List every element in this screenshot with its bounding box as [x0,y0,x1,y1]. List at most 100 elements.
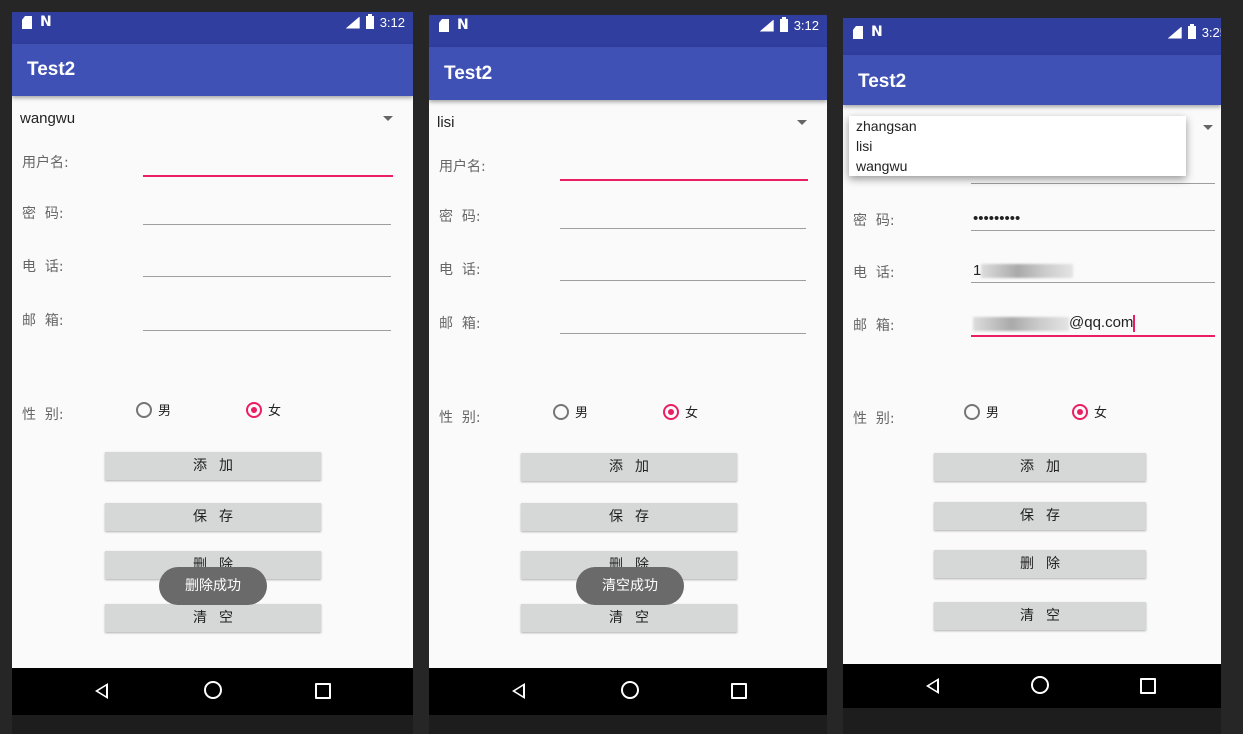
radio-male-label: 男 [575,406,589,421]
nav-bar [429,668,827,715]
toast-message: 删除成功 [159,567,267,605]
app-bar: Test2 [12,44,413,96]
toast-message: 清空成功 [576,567,684,605]
radio-checked-icon [1072,403,1088,420]
sdcard-icon [22,16,32,29]
password-field[interactable] [560,202,806,229]
spinner-value: lisi [437,114,455,131]
radio-unchecked-icon [553,403,569,420]
username-field[interactable] [560,153,808,181]
recents-icon[interactable] [731,683,747,699]
home-icon[interactable] [1031,676,1049,694]
gender-label: 性 别: [439,410,481,426]
radio-unchecked-icon [964,403,980,420]
home-icon[interactable] [621,681,639,699]
status-bar: N LTE 3:25 [843,18,1221,55]
dropdown-option-zhangsan[interactable]: zhangsan [849,116,1186,136]
add-button[interactable]: 添加 [105,452,321,480]
radio-checked-icon [663,403,679,420]
radio-male-label: 男 [158,404,172,419]
clear-button[interactable]: 清空 [934,602,1146,630]
signal-icon: LTE [759,19,774,32]
phone-screen-2: N LTE 3:12 Test2 lisi 用户名: 密 码: 电 话: 邮 箱:… [429,15,827,734]
radio-female-label: 女 [1094,406,1108,421]
add-button[interactable]: 添加 [934,453,1146,481]
email-label: 邮 箱: [22,313,64,329]
phone-label: 电 话: [853,265,895,281]
delete-button[interactable]: 删除 [934,550,1146,578]
radio-female[interactable]: 女 [246,400,281,419]
phone-field[interactable] [560,254,806,281]
email-label: 邮 箱: [439,316,481,332]
save-button[interactable]: 保存 [105,503,321,531]
app-title: Test2 [27,59,76,80]
radio-male[interactable]: 男 [136,400,171,419]
back-icon[interactable] [926,678,939,694]
phone-value-prefix: 1 [973,262,982,279]
status-time: 3:25 [1201,25,1221,40]
home-icon[interactable] [204,681,222,699]
nav-bar [12,668,413,715]
app-title: Test2 [858,71,907,92]
password-label: 密 码: [853,213,895,229]
screen-1: N LTE 3:12 Test2 wangwu 用户名: 密 码: 电 话: 邮 … [12,12,413,668]
email-field[interactable]: @qq.com [971,309,1215,337]
text-cursor [1133,315,1136,332]
password-label: 密 码: [22,206,64,222]
status-time: 3:12 [379,15,405,30]
password-label: 密 码: [439,209,481,225]
n-notification-icon: N [40,14,52,30]
username-field[interactable] [143,149,393,177]
username-label: 用户名: [439,159,486,175]
save-button[interactable]: 保存 [521,503,737,531]
sdcard-icon [853,26,863,39]
gender-label: 性 别: [853,411,895,427]
password-field[interactable]: ••••••••• [971,204,1215,231]
user-spinner[interactable]: wangwu [12,104,413,134]
username-label: 用户名: [22,155,69,171]
recents-icon[interactable] [1140,678,1156,694]
app-bar: Test2 [843,55,1221,105]
sdcard-icon [439,19,449,32]
password-value: ••••••••• [973,210,1021,227]
radio-female[interactable]: 女 [663,402,698,421]
clear-button[interactable]: 清空 [521,604,737,632]
radio-female-label: 女 [685,406,699,421]
n-notification-icon: N [457,17,469,33]
spinner-dropdown-menu: zhangsan lisi wangwu [849,116,1186,176]
user-spinner[interactable]: lisi [429,108,827,138]
phone-screen-1: N LTE 3:12 Test2 wangwu 用户名: 密 码: 电 话: 邮 … [12,12,413,734]
app-bar: Test2 [429,47,827,100]
radio-male[interactable]: 男 [964,402,999,421]
screen-3: N LTE 3:25 Test2 密 码: ••••••••• 电 话: 1 邮 … [843,18,1221,664]
battery-icon [365,14,374,29]
back-icon[interactable] [95,683,108,699]
signal-icon: LTE [1167,26,1182,39]
phone-field[interactable] [143,250,391,277]
email-field[interactable] [143,304,391,331]
gender-label: 性 别: [22,407,64,423]
radio-male[interactable]: 男 [553,402,588,421]
radio-checked-icon [246,401,262,418]
save-button[interactable]: 保存 [934,502,1146,530]
dropdown-arrow-icon [1203,125,1213,130]
phone-field[interactable]: 1 [971,256,1215,283]
screen-2: N LTE 3:12 Test2 lisi 用户名: 密 码: 电 话: 邮 箱:… [429,15,827,668]
phone-screen-3: N LTE 3:25 Test2 密 码: ••••••••• 电 话: 1 邮 … [843,18,1221,734]
radio-male-label: 男 [986,406,1000,421]
battery-icon [1187,24,1196,39]
radio-female[interactable]: 女 [1072,402,1107,421]
clear-button[interactable]: 清空 [105,604,321,632]
add-button[interactable]: 添加 [521,453,737,481]
dropdown-option-wangwu[interactable]: wangwu [849,156,1186,176]
spinner-value: wangwu [20,110,76,127]
redacted-email [973,316,1069,331]
password-field[interactable] [143,198,391,225]
dropdown-arrow-icon [797,120,807,125]
status-bar: N LTE 3:12 [12,12,413,44]
recents-icon[interactable] [315,683,331,699]
redacted-phone [981,264,1074,279]
back-icon[interactable] [512,683,525,699]
email-field[interactable] [560,307,806,334]
dropdown-option-lisi[interactable]: lisi [849,136,1186,156]
